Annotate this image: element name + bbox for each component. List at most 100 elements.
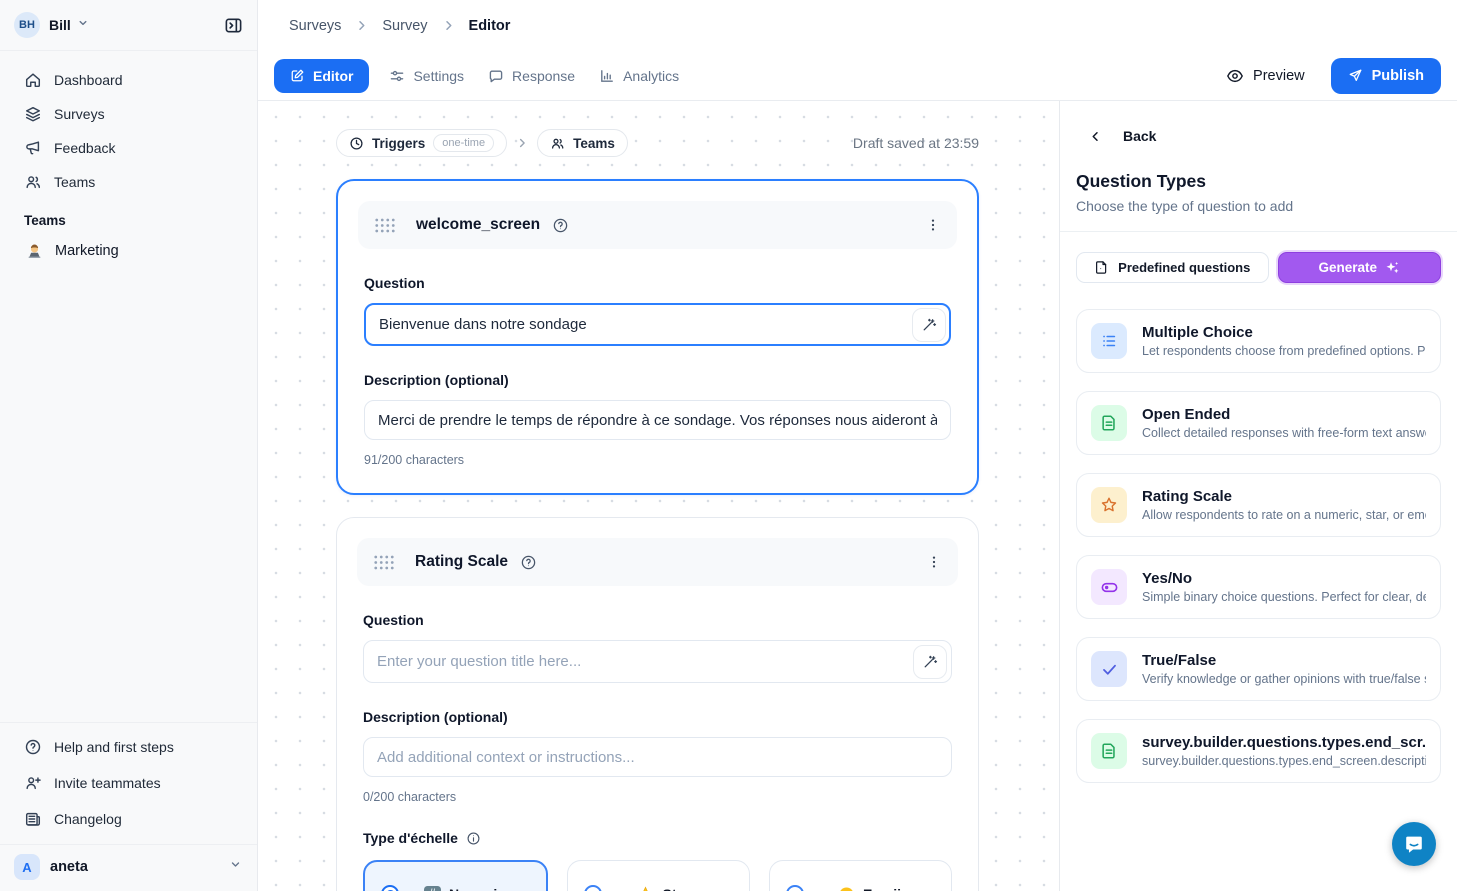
chevron-down-icon <box>228 857 243 877</box>
card-title: Rating Scale <box>415 553 508 571</box>
list-icon <box>1091 323 1127 359</box>
workspace-switcher[interactable]: A aneta <box>0 844 257 891</box>
drag-handle-icon[interactable] <box>374 217 396 234</box>
sidebar-collapse-icon[interactable] <box>224 16 243 35</box>
preview-button[interactable]: Preview <box>1226 67 1305 85</box>
type-description: Let respondents choose from predefined o… <box>1142 344 1426 358</box>
scale-type-text: Type d'échelle <box>363 830 458 846</box>
tab-editor[interactable]: Editor <box>274 59 369 93</box>
type-description: survey.builder.questions.types.end_scree… <box>1142 754 1426 768</box>
sidebar: BH Bill Dashboard Surveys Feedback Teams… <box>0 0 258 891</box>
type-card-end-screen[interactable]: survey.builder.questions.types.end_scr..… <box>1076 719 1441 783</box>
chat-launcher-button[interactable] <box>1392 822 1436 866</box>
type-card-open-ended[interactable]: Open Ended Collect detailed responses wi… <box>1076 391 1441 455</box>
radio-unchecked <box>786 885 804 891</box>
scale-option-stars[interactable]: Stars <box>567 860 750 891</box>
type-title: Yes/No <box>1142 570 1426 587</box>
tab-response[interactable]: Response <box>476 59 587 93</box>
workspace-name: aneta <box>50 859 88 875</box>
triggers-pill[interactable]: Triggers one-time <box>336 129 507 157</box>
team-item-label: Marketing <box>55 243 119 259</box>
info-icon[interactable] <box>466 831 481 846</box>
sidebar-item-dashboard[interactable]: Dashboard <box>10 63 247 97</box>
sidebar-item-teams[interactable]: Teams <box>10 165 247 199</box>
question-label: Question <box>364 275 951 291</box>
breadcrumb-survey[interactable]: Survey <box>382 18 427 34</box>
sidebar-item-feedback[interactable]: Feedback <box>10 131 247 165</box>
question-input[interactable] <box>364 303 951 346</box>
sidebar-item-invite[interactable]: Invite teammates <box>10 765 247 801</box>
workspace-avatar: A <box>14 854 40 880</box>
editor-toolbar: Editor Settings Response Analytics Previ… <box>258 51 1457 101</box>
description-input[interactable] <box>363 737 952 777</box>
radio-unchecked <box>584 885 602 891</box>
predefined-questions-button[interactable]: Predefined questions <box>1076 252 1269 283</box>
magic-wand-icon[interactable] <box>912 308 946 342</box>
document-icon <box>1091 405 1127 441</box>
type-title: survey.builder.questions.types.end_scr..… <box>1142 734 1426 751</box>
back-label: Back <box>1123 128 1156 144</box>
sidebar-item-changelog[interactable]: Changelog <box>10 801 247 837</box>
sidebar-header: BH Bill <box>0 0 257 51</box>
type-card-rating-scale[interactable]: Rating Scale Allow respondents to rate o… <box>1076 473 1441 537</box>
teams-pill-label: Teams <box>573 136 615 151</box>
description-label: Description (optional) <box>364 372 951 388</box>
sidebar-item-label: Dashboard <box>54 72 123 88</box>
toggle-icon <box>1091 569 1127 605</box>
description-input[interactable] <box>364 400 951 440</box>
type-title: Rating Scale <box>1142 488 1426 505</box>
back-button[interactable]: Back <box>1060 101 1457 144</box>
card-menu-icon[interactable] <box>925 217 941 233</box>
layers-icon <box>24 105 42 123</box>
type-description: Simple binary choice questions. Perfect … <box>1142 590 1426 604</box>
magic-wand-icon[interactable] <box>913 645 947 679</box>
scale-option-label: Numeric <box>449 886 505 891</box>
type-card-multiple-choice[interactable]: Multiple Choice Let respondents choose f… <box>1076 309 1441 373</box>
type-card-true-false[interactable]: True/False Verify knowledge or gather op… <box>1076 637 1441 701</box>
question-card-welcome-screen[interactable]: welcome_screen Question <box>336 179 979 495</box>
chevron-right-icon <box>515 136 529 150</box>
sidebar-team-marketing[interactable]: Marketing <box>10 234 247 268</box>
panel-title: Question Types <box>1060 144 1457 192</box>
clock-icon <box>349 136 364 151</box>
user-name[interactable]: Bill <box>49 17 71 33</box>
generate-button[interactable]: Generate <box>1278 252 1441 283</box>
help-circle-icon <box>24 738 42 756</box>
triggers-label: Triggers <box>372 136 425 151</box>
scale-option-emoji[interactable]: Emoji <box>769 860 952 891</box>
question-type-list: Multiple Choice Let respondents choose f… <box>1060 283 1457 783</box>
sidebar-item-help[interactable]: Help and first steps <box>10 729 247 765</box>
type-card-yes-no[interactable]: Yes/No Simple binary choice questions. P… <box>1076 555 1441 619</box>
breadcrumb-surveys[interactable]: Surveys <box>289 18 341 34</box>
tab-settings[interactable]: Settings <box>377 59 476 93</box>
radio-checked <box>381 885 399 891</box>
home-icon <box>24 71 42 89</box>
question-card-rating-scale[interactable]: Rating Scale Question <box>336 517 979 891</box>
help-circle-icon[interactable] <box>552 217 569 234</box>
breadcrumb-editor: Editor <box>469 18 511 34</box>
panel-subtitle: Choose the type of question to add <box>1060 192 1457 214</box>
sidebar-item-surveys[interactable]: Surveys <box>10 97 247 131</box>
tab-label: Editor <box>313 68 353 84</box>
card-menu-icon[interactable] <box>926 554 942 570</box>
drag-handle-icon[interactable] <box>373 554 395 571</box>
check-icon <box>1091 651 1127 687</box>
footer-item-label: Help and first steps <box>54 739 174 755</box>
type-title: Multiple Choice <box>1142 324 1426 341</box>
tab-analytics[interactable]: Analytics <box>587 59 691 93</box>
chevron-down-icon[interactable] <box>76 16 90 35</box>
draft-status: Draft saved at 23:59 <box>853 135 979 151</box>
publish-button[interactable]: Publish <box>1331 58 1441 94</box>
bar-chart-icon <box>599 68 615 84</box>
question-input[interactable] <box>363 640 952 683</box>
teams-section-label: Teams <box>10 199 247 234</box>
user-plus-icon <box>24 774 42 792</box>
scale-option-numeric[interactable]: # Numeric <box>363 860 548 891</box>
help-circle-icon[interactable] <box>520 554 537 571</box>
survey-canvas[interactable]: Triggers one-time Teams Draft saved at 2… <box>258 101 1059 891</box>
user-avatar[interactable]: BH <box>14 12 40 38</box>
sidebar-footer: Help and first steps Invite teammates Ch… <box>0 722 257 837</box>
teams-pill[interactable]: Teams <box>537 129 628 157</box>
send-icon <box>1348 68 1363 83</box>
scale-option-label: Emoji <box>863 886 901 891</box>
